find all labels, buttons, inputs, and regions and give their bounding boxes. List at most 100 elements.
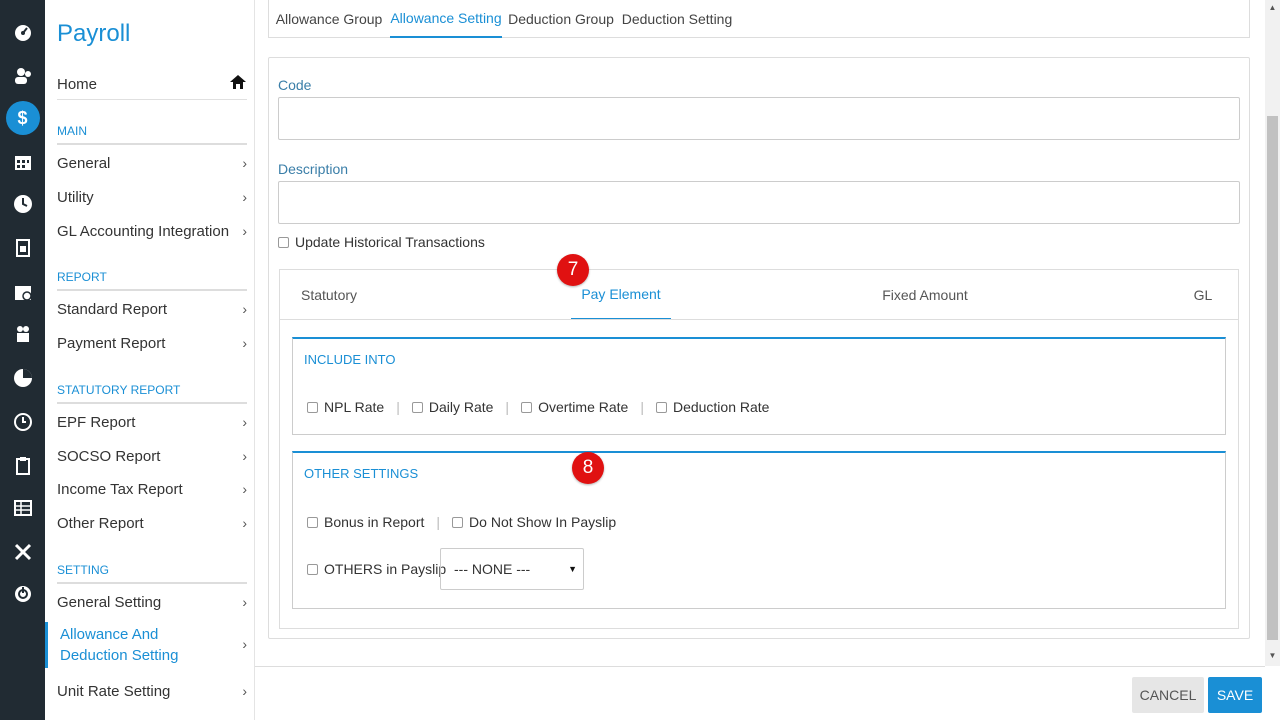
- sidebar-item-epf-report[interactable]: EPF Report ›: [57, 407, 247, 437]
- scroll-down-icon[interactable]: ▼: [1265, 648, 1280, 662]
- footer-actions: CANCEL SAVE: [255, 666, 1265, 720]
- inner-tab-panel: Statutory Pay Element Fixed Amount GL IN…: [279, 269, 1239, 629]
- scroll-up-icon[interactable]: ▲: [1265, 0, 1280, 14]
- chevron-right-icon: ›: [242, 448, 247, 464]
- separator: |: [396, 399, 400, 415]
- section-main: MAIN: [57, 124, 247, 145]
- calendar-icon[interactable]: [0, 142, 45, 182]
- cancel-button[interactable]: CANCEL: [1132, 677, 1204, 713]
- tab-gl[interactable]: GL: [1178, 270, 1228, 320]
- clipboard-icon[interactable]: [0, 446, 45, 486]
- sidebar-item-label: Home: [57, 76, 98, 93]
- daily-rate-label: Daily Rate: [428, 399, 494, 415]
- separator: |: [436, 514, 441, 530]
- icon-rail: $: [0, 0, 45, 720]
- calendar-check-icon[interactable]: [0, 272, 45, 312]
- scroll-thumb[interactable]: [1267, 116, 1278, 640]
- document-icon[interactable]: [0, 228, 45, 268]
- sidebar-item-unit-rate-setting[interactable]: Unit Rate Setting ›: [57, 676, 247, 706]
- sidebar-item-other-report[interactable]: Other Report ›: [57, 508, 247, 538]
- sidebar-item-label: GL Accounting Integration: [57, 222, 230, 240]
- chevron-right-icon: ›: [242, 301, 247, 317]
- sidebar-item-income-tax-report[interactable]: Income Tax Report ›: [57, 474, 247, 504]
- section-statutory-report: STATUTORY REPORT: [57, 383, 247, 404]
- others-in-payslip-select[interactable]: --- NONE --- ▼: [440, 548, 584, 590]
- gift-icon[interactable]: [0, 314, 45, 354]
- app-title: Payroll: [57, 20, 131, 47]
- bonus-in-report-checkbox[interactable]: [307, 516, 318, 528]
- sidebar-item-home[interactable]: Home: [57, 70, 247, 100]
- bonus-in-report-label: Bonus in Report: [324, 514, 425, 530]
- tab-fixed-amount[interactable]: Fixed Amount: [870, 270, 980, 320]
- chevron-right-icon: ›: [242, 223, 247, 239]
- others-in-payslip-label: OTHERS in Payslip: [324, 561, 447, 577]
- tools-icon[interactable]: [0, 532, 45, 572]
- main-content: Allowance Group Allowance Setting Deduct…: [255, 0, 1265, 720]
- sidebar-item-label: Allowance And Deduction Setting: [60, 626, 179, 664]
- npl-rate-checkbox[interactable]: [307, 401, 318, 413]
- daily-rate-checkbox[interactable]: [411, 401, 423, 413]
- sidebar-item-allowance-deduction-setting[interactable]: Allowance And Deduction Setting ›: [45, 622, 247, 668]
- top-tab-bar: Allowance Group Allowance Setting Deduct…: [268, 0, 1250, 38]
- others-in-payslip-checkbox[interactable]: [307, 563, 318, 575]
- description-input[interactable]: [278, 181, 1240, 224]
- chevron-right-icon: ›: [242, 594, 247, 610]
- chevron-right-icon: ›: [242, 414, 247, 430]
- timer-icon[interactable]: [0, 402, 45, 442]
- chevron-right-icon: ›: [242, 481, 247, 497]
- chevron-right-icon: ›: [242, 335, 247, 351]
- sidebar-item-label: Standard Report: [57, 300, 168, 318]
- update-historical-option: Update Historical Transactions: [278, 234, 485, 250]
- sidebar-item-general[interactable]: General ›: [57, 148, 247, 178]
- sidebar-item-label: Income Tax Report: [57, 480, 183, 498]
- include-into-title: INCLUDE INTO: [304, 352, 396, 367]
- caret-down-icon: ▼: [568, 564, 577, 574]
- overtime-rate-label: Overtime Rate: [538, 399, 629, 415]
- tab-allowance-group[interactable]: Allowance Group: [271, 0, 387, 38]
- step-badge-8: 8: [572, 452, 604, 484]
- save-button[interactable]: SAVE: [1208, 677, 1262, 713]
- sidebar-item-socso-report[interactable]: SOCSO Report ›: [57, 441, 247, 471]
- sidebar-item-label: Utility: [57, 188, 94, 206]
- section-setting: SETTING: [57, 563, 247, 584]
- tab-allowance-setting[interactable]: Allowance Setting: [390, 0, 502, 38]
- section-report: REPORT: [57, 270, 247, 291]
- other-settings-options: Bonus in Report | Do Not Show In Payslip: [307, 514, 616, 530]
- people-icon[interactable]: [0, 56, 45, 96]
- tab-divider: [280, 319, 1238, 320]
- payroll-dollar-icon[interactable]: $: [0, 98, 45, 138]
- power-icon[interactable]: [0, 574, 45, 614]
- step-badge-7: 7: [557, 254, 589, 286]
- home-icon: [229, 74, 247, 95]
- npl-rate-label: NPL Rate: [324, 399, 385, 415]
- do-not-show-in-payslip-label: Do Not Show In Payslip: [469, 514, 617, 530]
- deduction-rate-checkbox[interactable]: [655, 401, 667, 413]
- sidebar-item-label: Payment Report: [57, 334, 166, 352]
- pie-chart-icon[interactable]: [0, 358, 45, 398]
- select-value: --- NONE ---: [454, 561, 531, 577]
- update-historical-label: Update Historical Transactions: [295, 234, 485, 250]
- sidebar-item-general-setting[interactable]: General Setting ›: [57, 587, 247, 617]
- sidebar-item-gl-integration[interactable]: GL Accounting Integration ›: [57, 216, 247, 246]
- update-historical-checkbox[interactable]: [278, 236, 289, 248]
- sidebar-item-utility[interactable]: Utility ›: [57, 182, 247, 212]
- tab-deduction-group[interactable]: Deduction Group: [505, 0, 617, 38]
- tab-statutory[interactable]: Statutory: [280, 270, 378, 320]
- sidebar-item-label: General Setting: [57, 593, 162, 611]
- chevron-right-icon: ›: [242, 636, 247, 653]
- table-icon[interactable]: [0, 488, 45, 528]
- do-not-show-in-payslip-checkbox[interactable]: [452, 516, 464, 528]
- vertical-scrollbar[interactable]: ▲ ▼: [1265, 0, 1280, 666]
- sidebar-item-payment-report[interactable]: Payment Report ›: [57, 328, 247, 358]
- overtime-rate-checkbox[interactable]: [521, 401, 533, 413]
- clock-icon[interactable]: [0, 184, 45, 224]
- chevron-right-icon: ›: [242, 155, 247, 171]
- chevron-right-icon: ›: [242, 515, 247, 531]
- app-root: $ Payroll Home MAIN General › Utility › …: [0, 0, 1280, 720]
- dashboard-icon[interactable]: [0, 12, 45, 52]
- tab-deduction-setting[interactable]: Deduction Setting: [621, 0, 733, 38]
- sidebar-item-standard-report[interactable]: Standard Report ›: [57, 294, 247, 324]
- code-input[interactable]: [278, 97, 1240, 140]
- deduction-rate-label: Deduction Rate: [672, 399, 770, 415]
- sidebar-item-label: General: [57, 154, 111, 172]
